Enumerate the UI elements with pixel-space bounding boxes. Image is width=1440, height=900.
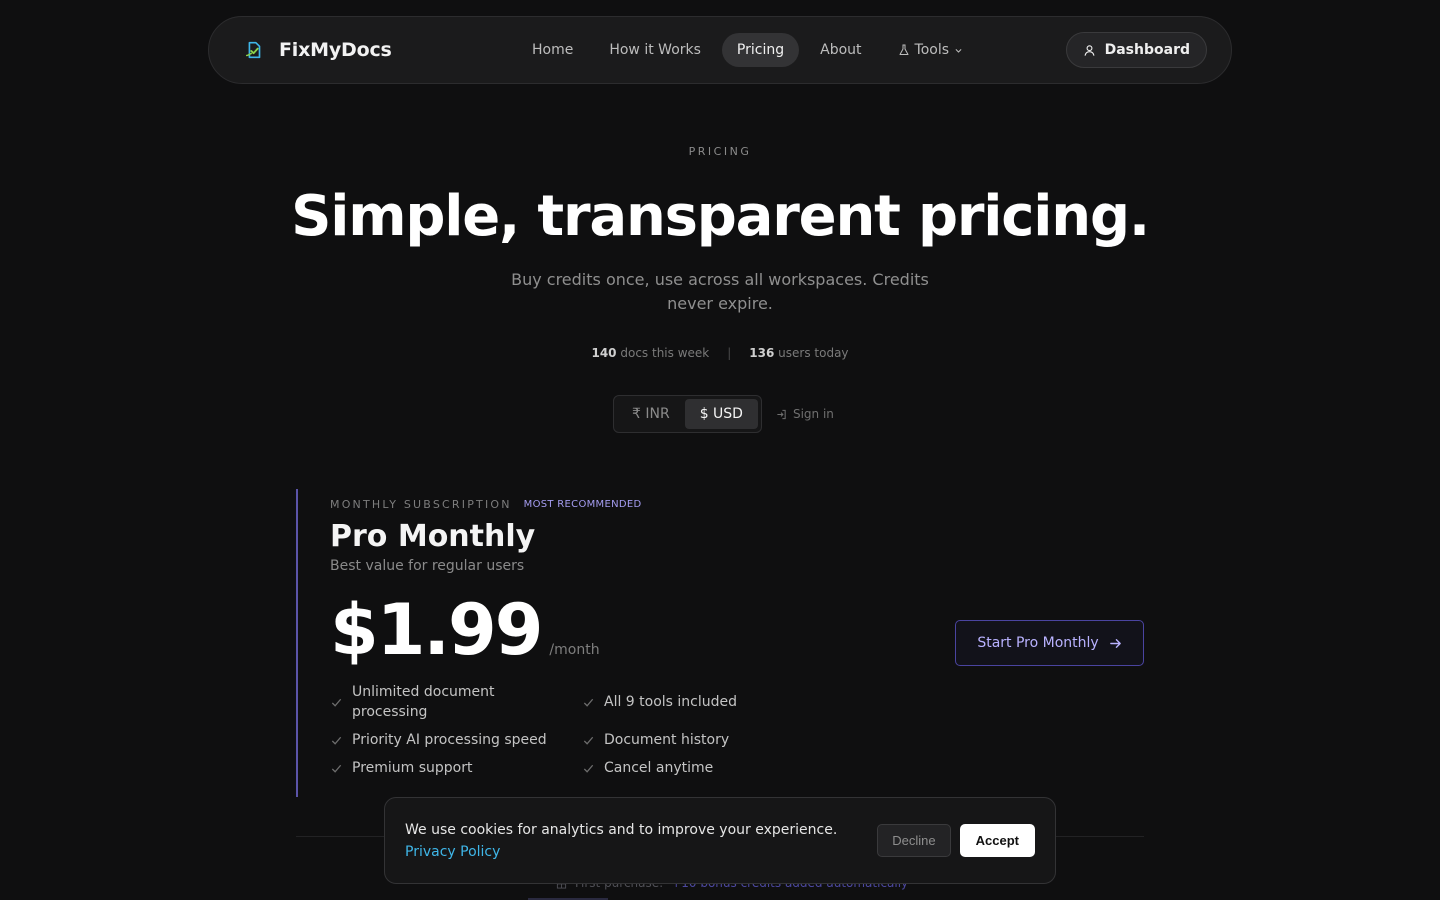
feature-label: Unlimited document processing <box>352 684 495 720</box>
plan-header: MONTHLY SUBSCRIPTION MOST RECOMMENDED <box>330 498 1144 511</box>
nav-link-home[interactable]: Home <box>517 33 588 67</box>
chevron-down-icon <box>955 48 962 53</box>
brand[interactable]: FixMyDocs <box>243 39 503 61</box>
arrow-right-icon <box>1109 638 1121 648</box>
check-icon <box>583 698 594 707</box>
plan-card-pro-monthly: MONTHLY SUBSCRIPTION MOST RECOMMENDED Pr… <box>296 489 1144 797</box>
sign-in-icon <box>777 409 786 419</box>
docs-label: docs this week <box>620 346 710 360</box>
brand-name: FixMyDocs <box>279 39 392 61</box>
top-navbar: FixMyDocs Home How it Works Pricing Abou… <box>208 16 1232 84</box>
feature-item: Unlimited document processing <box>330 682 582 722</box>
cookie-actions: Decline Accept <box>877 824 1035 857</box>
dashboard-label: Dashboard <box>1104 42 1190 58</box>
docs-count: 140 <box>591 346 617 360</box>
check-icon <box>583 764 594 773</box>
plan-price: $1.99 <box>330 589 543 671</box>
stats-separator: | <box>727 346 732 360</box>
users-stat: 136 users today <box>749 346 848 360</box>
cookie-banner: We use cookies for analytics and to impr… <box>384 797 1056 884</box>
check-icon <box>583 736 594 745</box>
plan-period: /month <box>549 642 600 658</box>
check-icon <box>331 698 342 707</box>
currency-option-inr[interactable]: ₹ INR <box>617 399 685 429</box>
nav-link-tools-label: Tools <box>914 42 950 58</box>
recommended-badge: MOST RECOMMENDED <box>523 499 642 510</box>
sign-in-label: Sign in <box>792 407 834 421</box>
dashboard-button[interactable]: Dashboard <box>1065 32 1207 68</box>
plan-type: MONTHLY SUBSCRIPTION <box>330 498 512 511</box>
currency-option-usd[interactable]: $ USD <box>684 399 758 429</box>
feature-label: Document history <box>604 732 730 748</box>
feature-item: Document history <box>582 730 882 750</box>
feature-item: All 9 tools included <box>582 682 882 722</box>
feature-label: All 9 tools included <box>604 694 738 710</box>
usage-stats: 140 docs this week | 136 users today <box>0 346 1440 360</box>
nav-link-how-it-works[interactable]: How it Works <box>594 33 716 67</box>
check-icon <box>331 736 342 745</box>
sign-in-link[interactable]: Sign in <box>776 407 834 421</box>
feature-item: Cancel anytime <box>582 758 882 778</box>
feature-label: Premium support <box>352 760 473 776</box>
cookie-text: We use cookies for analytics and to impr… <box>405 821 838 838</box>
plan-name: Pro Monthly <box>330 519 536 554</box>
user-icon <box>1084 44 1095 56</box>
flask-icon <box>899 44 909 55</box>
currency-row: ₹ INR $ USD Sign in <box>613 395 834 433</box>
cookie-message: We use cookies for analytics and to impr… <box>405 819 875 863</box>
feature-item: Priority AI processing speed <box>330 730 582 750</box>
users-label: users today <box>778 346 849 360</box>
decline-button[interactable]: Decline <box>877 824 951 857</box>
nav-links: Home How it Works Pricing About Tools <box>517 33 978 67</box>
accept-button[interactable]: Accept <box>959 824 1035 857</box>
brand-logo-icon <box>245 41 261 59</box>
feature-label: Priority AI processing speed <box>352 732 547 748</box>
feature-list: Unlimited document processing All 9 tool… <box>330 682 1144 778</box>
check-icon <box>331 764 342 773</box>
users-count: 136 <box>749 346 775 360</box>
currency-toggle: ₹ INR $ USD <box>613 395 762 433</box>
page-title: Simple, transparent pricing. <box>291 184 1150 249</box>
privacy-policy-link[interactable]: Privacy Policy <box>405 844 500 860</box>
nav-link-pricing[interactable]: Pricing <box>721 33 800 67</box>
nav-tools-dropdown[interactable]: Tools <box>883 33 979 67</box>
feature-label: Cancel anytime <box>604 760 714 776</box>
pricing-eyebrow: PRICING <box>688 145 752 158</box>
plan-description: Best value for regular users <box>330 558 525 574</box>
nav-link-about[interactable]: About <box>805 33 876 67</box>
docs-stat: 140 docs this week <box>591 346 709 360</box>
feature-item: Premium support <box>330 758 582 778</box>
start-pro-monthly-button[interactable]: Start Pro Monthly <box>955 620 1144 666</box>
page-subtitle: Buy credits once, use across all workspa… <box>511 270 929 313</box>
cta-label: Start Pro Monthly <box>977 635 1099 651</box>
